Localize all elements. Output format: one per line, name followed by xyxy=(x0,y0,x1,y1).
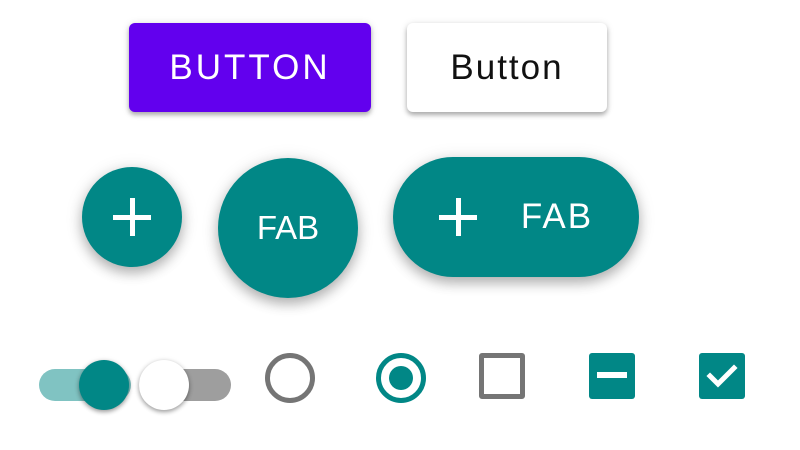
add-fab-button[interactable] xyxy=(82,167,182,267)
contained-button[interactable]: BUTTON xyxy=(129,23,371,112)
radio-unchecked[interactable] xyxy=(265,353,315,403)
extended-fab-button[interactable]: FAB xyxy=(393,157,639,277)
check-icon xyxy=(706,364,738,388)
components-showcase: BUTTON Button FAB FAB xyxy=(0,0,800,450)
checkbox-indeterminate[interactable] xyxy=(589,353,635,399)
radio-dot xyxy=(389,366,413,390)
radio-checked[interactable] xyxy=(376,353,426,403)
plus-icon xyxy=(113,198,151,236)
text-fab-button[interactable]: FAB xyxy=(218,158,358,298)
raised-white-button[interactable]: Button xyxy=(407,23,607,112)
fab-label: FAB xyxy=(256,209,320,246)
switch-thumb xyxy=(139,360,189,410)
checkbox-unchecked[interactable] xyxy=(479,353,525,399)
switch-off[interactable] xyxy=(139,355,231,415)
switch-on[interactable] xyxy=(39,355,131,415)
checkbox-checked[interactable] xyxy=(699,353,745,399)
switch-thumb xyxy=(79,360,129,410)
plus-icon xyxy=(438,198,477,236)
extended-fab-label: FAB xyxy=(520,197,594,236)
minus-icon xyxy=(597,372,627,378)
